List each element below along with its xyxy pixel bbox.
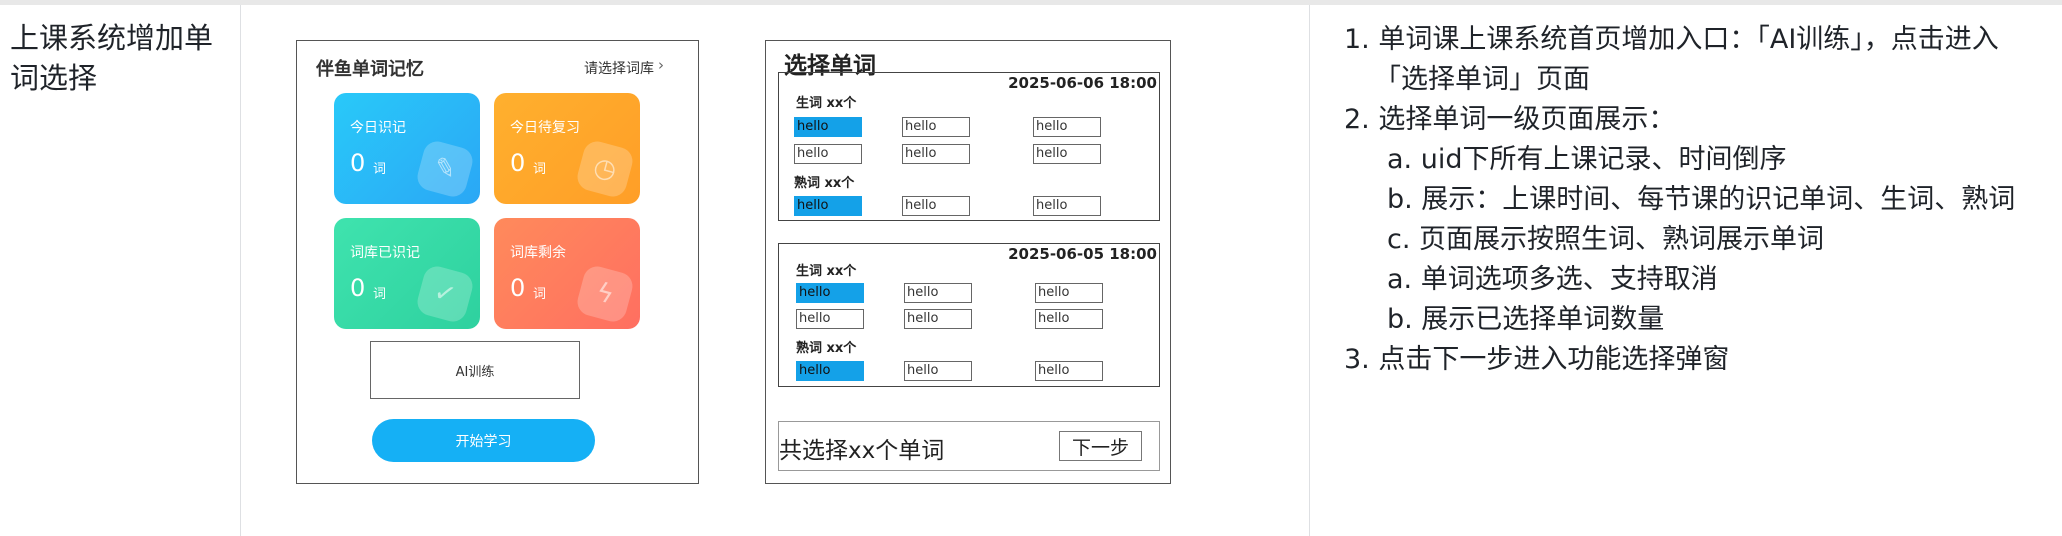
word-chip[interactable]: hello xyxy=(902,117,970,137)
card-value: 0 xyxy=(350,274,366,302)
lesson-datetime: 2025-06-05 18:00 xyxy=(1008,245,1157,263)
check-icon: ✓ xyxy=(414,263,476,325)
selection-footer: 共选择xx个单词 下一步 xyxy=(778,421,1160,471)
list-item: 1. 单词课上课系统首页增加入口：「AI训练」，点击进入 xyxy=(1344,24,1999,55)
column-divider xyxy=(1309,5,1310,536)
card-label: 今日识记 xyxy=(350,120,406,136)
stat-card-today-review[interactable]: 今日待复习 0 词 ◷ xyxy=(494,93,640,204)
lesson-group: 2025-06-06 18:00 生词 xx个 hello hello hell… xyxy=(778,72,1160,221)
select-library-link[interactable]: 请选择词库 xyxy=(584,58,654,78)
select-words-mockup: 选择单词 2025-06-06 18:00 生词 xx个 hello hello… xyxy=(765,40,1171,484)
ai-training-button[interactable]: AI训练 xyxy=(370,341,580,399)
word-chip[interactable]: hello xyxy=(1033,117,1101,137)
home-page-mockup: 伴鱼单词记忆 请选择词库 › 今日识记 0 词 ✎ 今日待复习 0 词 ◷ 词库… xyxy=(296,40,699,484)
list-item: b. 展示已选择单词数量 xyxy=(1387,304,1665,335)
lesson-datetime: 2025-06-06 18:00 xyxy=(1008,74,1157,92)
word-chip[interactable]: hello xyxy=(796,361,864,381)
top-border xyxy=(0,0,2062,5)
selected-count-text: 共选择xx个单词 xyxy=(779,438,945,464)
card-label: 今日待复习 xyxy=(510,120,580,136)
list-item: b. 展示：上课时间、每节课的识记单词、生词、熟词 xyxy=(1387,184,2016,215)
clock-icon: ◷ xyxy=(574,138,636,200)
card-label: 词库已识记 xyxy=(350,245,420,261)
word-chip[interactable]: hello xyxy=(796,309,864,329)
list-item: 3. 点击下一步进入功能选择弹窗 xyxy=(1344,344,1730,375)
new-words-heading: 生词 xx个 xyxy=(796,264,857,279)
card-label: 词库剩余 xyxy=(510,245,566,261)
pencil-icon: ✎ xyxy=(414,138,476,200)
word-chip[interactable]: hello xyxy=(902,196,970,216)
word-chip[interactable]: hello xyxy=(796,283,864,303)
app-title: 伴鱼单词记忆 xyxy=(316,59,424,80)
chevron-right-icon: › xyxy=(658,56,664,74)
word-chip[interactable]: hello xyxy=(1033,196,1101,216)
stat-card-library-remaining[interactable]: 词库剩余 0 词 ϟ xyxy=(494,218,640,329)
start-learning-button[interactable]: 开始学习 xyxy=(372,419,595,462)
word-chip[interactable]: hello xyxy=(902,144,970,164)
word-chip[interactable]: hello xyxy=(1035,283,1103,303)
card-unit: 词 xyxy=(373,287,387,302)
word-chip[interactable]: hello xyxy=(904,309,972,329)
next-step-button[interactable]: 下一步 xyxy=(1059,431,1142,461)
card-value: 0 xyxy=(510,149,526,177)
new-words-heading: 生词 xx个 xyxy=(796,96,857,111)
list-item: a. uid下所有上课记录、时间倒序 xyxy=(1387,144,1787,175)
known-words-heading: 熟词 xx个 xyxy=(794,176,855,191)
word-chip[interactable]: hello xyxy=(1033,144,1101,164)
list-item: 「选择单词」页面 xyxy=(1374,64,1590,95)
card-unit: 词 xyxy=(533,162,547,177)
list-item: a. 单词选项多选、支持取消 xyxy=(1387,264,1718,295)
list-item: 2. 选择单词一级页面展示： xyxy=(1344,104,1676,135)
stat-card-today-learned[interactable]: 今日识记 0 词 ✎ xyxy=(334,93,480,204)
known-words-heading: 熟词 xx个 xyxy=(796,341,857,356)
bolt-icon: ϟ xyxy=(574,263,636,325)
stat-card-library-learned[interactable]: 词库已识记 0 词 ✓ xyxy=(334,218,480,329)
word-chip[interactable]: hello xyxy=(904,361,972,381)
card-unit: 词 xyxy=(373,162,387,177)
lesson-group: 2025-06-05 18:00 生词 xx个 hello hello hell… xyxy=(778,243,1160,387)
word-chip[interactable]: hello xyxy=(794,144,862,164)
word-chip[interactable]: hello xyxy=(794,117,862,137)
word-chip[interactable]: hello xyxy=(904,283,972,303)
word-chip[interactable]: hello xyxy=(1035,361,1103,381)
row-title: 上课系统增加单词选择 xyxy=(10,21,214,95)
card-unit: 词 xyxy=(533,287,547,302)
list-item: c. 页面展示按照生词、熟词展示单词 xyxy=(1387,224,1825,255)
word-chip[interactable]: hello xyxy=(1035,309,1103,329)
word-chip[interactable]: hello xyxy=(794,196,862,216)
column-divider xyxy=(240,5,241,536)
card-value: 0 xyxy=(510,274,526,302)
card-value: 0 xyxy=(350,149,366,177)
